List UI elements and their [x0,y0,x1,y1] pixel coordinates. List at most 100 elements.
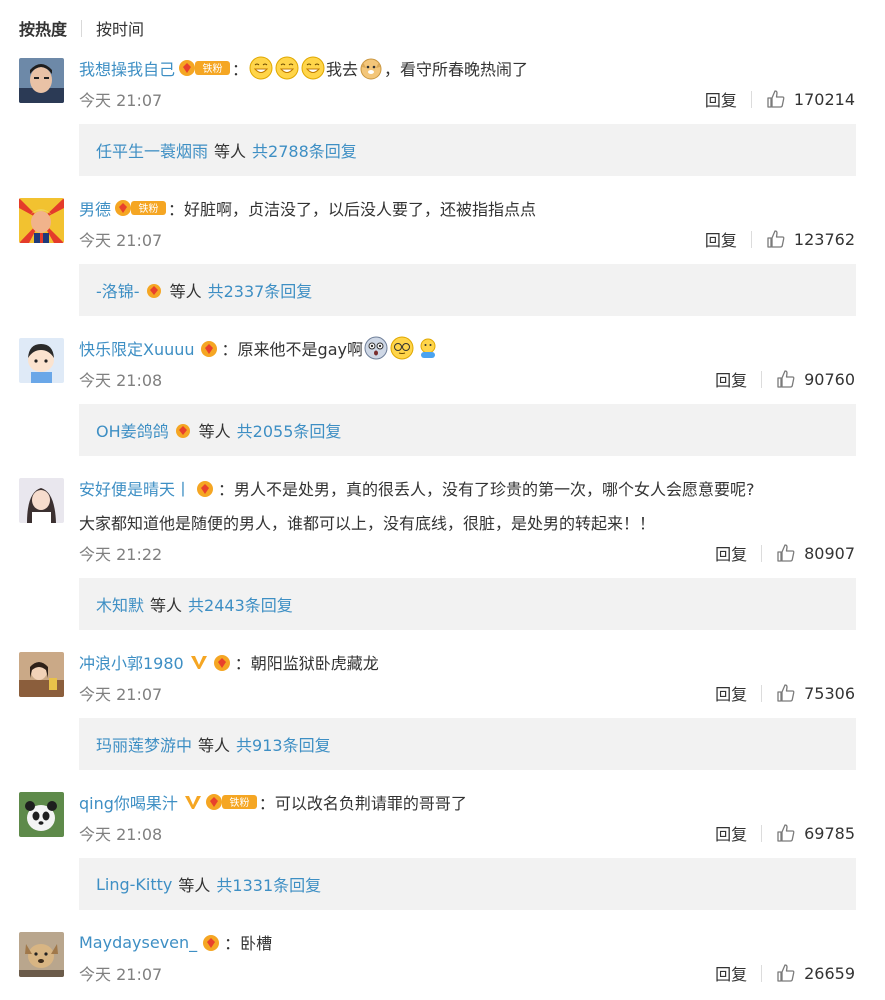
svg-text:铁粉: 铁粉 [203,62,223,75]
meta-divider [750,90,752,108]
avatar-man-icon [19,58,64,103]
thumbs-up-icon [777,370,795,388]
fan-badge[interactable] [194,478,218,498]
reply-button[interactable]: 回复 [715,681,747,705]
thumbs-up-icon [777,824,795,842]
svg-text:铁粉: 铁粉 [229,796,249,809]
sub-replies-box[interactable]: OH姜鸽鸽 等人 共2055条回复 [79,404,856,456]
comment-line: 安好便是晴天丨 ： 男人不是处男，真的很丢人，没有了珍贵的第一次，哪个女人会愿意… [79,473,865,503]
reply-button[interactable]: 回复 [705,87,737,111]
sub-reply-user[interactable]: Ling-Kitty [96,875,172,894]
like-button[interactable]: 75306 [776,683,855,703]
tab-sort-by-hot[interactable]: 按热度 [19,16,67,40]
sub-replies-box[interactable]: Ling-Kitty 等人 共1331条回复 [79,858,856,910]
avatar[interactable] [19,338,64,383]
sub-reply-count-link[interactable]: 共2337条回复 [208,278,313,302]
username-link[interactable]: 男德 [79,196,111,220]
comment-line: 男德 铁粉 ： 好脏啊，贞洁没了，以后没人要了，还被指指点点 [79,193,865,223]
username-link[interactable]: 安好便是晴天丨 [79,476,191,500]
fan-badge[interactable] [211,652,235,672]
sub-replies-box[interactable]: -洛锦- 等人 共2337条回复 [79,264,856,316]
reply-button[interactable]: 回复 [715,821,747,845]
fan-badge[interactable] [200,932,224,952]
username-link[interactable]: Maydayseven_ [79,933,197,952]
like-button[interactable]: 26659 [776,963,855,983]
comment-text: 卧槽 [240,934,273,953]
fan-badge[interactable] [198,338,222,358]
username-link[interactable]: 冲浪小郭1980 [79,650,184,674]
grin-emoji-icon [275,56,299,80]
glasses-emoji-icon [390,336,414,360]
timestamp: 今天 21:07 [79,685,163,704]
fan-crown-badge-icon [197,481,214,497]
comment-text: 我去 [326,60,359,79]
sub-replies-box[interactable]: 木知默 等人 共2443条回复 [79,578,856,630]
meta-divider [761,684,763,702]
like-button[interactable]: 69785 [776,823,855,843]
reply-button[interactable]: 回复 [715,367,747,391]
sub-replies-box[interactable]: 玛丽莲梦游中 等人 共913条回复 [79,718,856,770]
sub-reply-user[interactable]: OH姜鸽鸽 [96,418,169,442]
iron-fan-badge-icon: 铁粉 [205,794,257,810]
like-count: 123762 [793,229,855,249]
avatar-cartoon-icon [19,198,64,243]
verified-v-icon[interactable] [184,794,202,810]
like-count: 90760 [804,369,855,389]
sub-reply-count-link[interactable]: 共2443条回复 [188,592,293,616]
meta-divider [761,370,763,388]
thumbs-up-icon [777,964,795,982]
sub-reply-user[interactable]: -洛锦- [96,278,140,302]
timestamp: 今天 21:07 [79,91,163,110]
sub-reply-count-link[interactable]: 共2788条回复 [252,138,357,162]
fan-badge[interactable]: 铁粉 [114,198,168,218]
iron-fan-badge-icon: 铁粉 [179,60,231,76]
sub-reply-count-link[interactable]: 共2055条回复 [237,418,342,442]
fan-badge[interactable]: 铁粉 [178,58,232,78]
like-button[interactable]: 90760 [776,369,855,389]
avatar[interactable] [19,198,64,243]
comment-line: 冲浪小郭1980 ： 朝阳监狱卧虎藏龙 [79,647,865,677]
like-count: 80907 [804,543,855,563]
like-button[interactable]: 170214 [766,89,855,109]
sub-reply-count-link[interactable]: 共1331条回复 [216,872,321,896]
sub-replies-box[interactable]: 任平生一蓑烟雨 等人 共2788条回复 [79,124,856,176]
verified-v-icon[interactable] [190,654,208,670]
avatar[interactable] [19,932,64,977]
reply-button[interactable]: 回复 [715,541,747,565]
username-link[interactable]: 快乐限定Xuuuu [79,336,195,360]
fan-badge[interactable]: 铁粉 [205,792,259,812]
sub-reply-etc: 等人 [150,596,183,615]
tab-sort-by-time[interactable]: 按时间 [96,16,144,40]
avatar[interactable] [19,58,64,103]
avatar-cartoon-boy-icon [19,338,64,383]
avatar[interactable] [19,478,64,523]
avatar[interactable] [19,792,64,837]
comment-text: 可以改名负荆请罪的哥哥了 [274,794,467,813]
sub-reply-etc: 等人 [169,282,202,301]
iron-fan-badge-icon: 铁粉 [115,200,167,216]
sub-reply-etc: 等人 [214,142,247,161]
comment-line: 快乐限定Xuuuu ： 原来他不是gay啊 [79,333,865,363]
meta-divider [761,964,763,982]
meta-divider [761,544,763,562]
thumbs-up-icon [767,230,785,248]
comment-meta: 今天 21:07 回复 170214 [79,85,855,113]
sub-reply-count-link[interactable]: 共913条回复 [236,732,331,756]
avatar[interactable] [19,652,64,697]
comment-text: ，看守所春晚热闹了 [384,60,529,79]
timestamp: 今天 21:07 [79,965,163,984]
reply-button[interactable]: 回复 [705,227,737,251]
avatar-photo-icon [19,652,64,697]
sub-reply-user[interactable]: 木知默 [96,592,144,616]
like-button[interactable]: 80907 [776,543,855,563]
username-link[interactable]: 我想操我自己 [79,56,175,80]
fan-crown-badge-icon [146,284,161,298]
comment-meta: 今天 21:08 回复 69785 [79,819,855,847]
like-button[interactable]: 123762 [766,229,855,249]
username-link[interactable]: qing你喝果汁 [79,790,178,814]
sub-reply-etc: 等人 [198,736,231,755]
doge-emoji-icon [360,58,382,80]
reply-button[interactable]: 回复 [715,961,747,985]
sub-reply-user[interactable]: 玛丽莲梦游中 [96,732,192,756]
sub-reply-user[interactable]: 任平生一蓑烟雨 [96,138,208,162]
